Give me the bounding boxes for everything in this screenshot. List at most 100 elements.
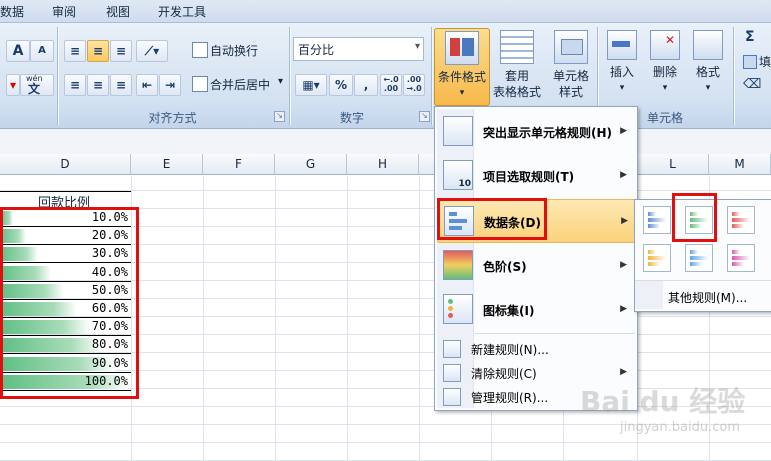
column-header-f[interactable]: F <box>203 154 275 175</box>
increase-decimal-button[interactable]: ←.0 .00 <box>380 74 402 96</box>
new-rule-icon <box>443 340 461 358</box>
shrink-font-button[interactable]: A <box>30 40 54 62</box>
format-icon <box>693 30 723 60</box>
conditional-format-label: 条件格式 <box>437 70 486 84</box>
swatch-bar <box>648 262 660 266</box>
percent-style-button[interactable]: % <box>329 74 353 96</box>
submenu-arrow-icon: ▶ <box>620 170 627 180</box>
align-left-button[interactable]: ≡ <box>64 74 86 96</box>
increase-decimal-icon: ←.0 .00 <box>383 75 399 93</box>
align-bottom-icon: ≡ <box>115 44 127 58</box>
comma-icon: , <box>363 78 369 92</box>
submenu-arrow-icon: ▶ <box>620 126 627 136</box>
swatch-bar <box>648 250 656 254</box>
submenu-arrow-icon: ▶ <box>620 367 627 377</box>
ribbon-tab-bar: 数据 审阅 视图 开发工具 <box>0 0 771 23</box>
decrease-decimal-button[interactable]: .00 →.0 <box>403 74 425 96</box>
align-top-icon: ≡ <box>69 44 81 58</box>
format-cells-button[interactable]: 格式 ▾ <box>689 28 727 100</box>
font-color-icon: ▾ <box>9 78 17 92</box>
conditional-format-icon <box>445 31 479 65</box>
align-top-button[interactable]: ≡ <box>64 40 86 62</box>
insert-label: 插入 <box>609 65 634 79</box>
increase-indent-button[interactable]: ⇥ <box>159 74 181 96</box>
swatch-bar <box>732 218 750 222</box>
manage-rules-icon <box>443 388 461 406</box>
grid-column-line <box>419 176 420 460</box>
delete-label: 删除 <box>652 65 677 79</box>
orientation-button[interactable]: ⟋▾ <box>136 40 168 62</box>
align-middle-button[interactable]: ≡ <box>87 40 109 62</box>
swatch-bar <box>690 250 698 254</box>
swatch-bar <box>648 256 666 260</box>
column-header-h[interactable]: H <box>347 154 419 175</box>
alignment-dialog-launcher[interactable]: ↘ <box>274 111 285 122</box>
delete-cells-button[interactable]: ✕ 删除 ▾ <box>646 28 684 100</box>
column-header-d[interactable]: D <box>0 154 131 175</box>
menu-item-highlight-rules[interactable]: 突出显示单元格规则(H) ▶ <box>437 111 635 151</box>
grow-font-button[interactable]: A <box>6 40 30 62</box>
column-header-m[interactable]: M <box>709 154 771 175</box>
databar-swatch[interactable] <box>643 206 671 234</box>
accounting-format-button[interactable]: ▦▾ <box>295 74 327 96</box>
number-format-select[interactable]: 百分比 ▾ <box>293 37 424 61</box>
more-rules-item[interactable]: 其他规则(M)... <box>668 289 747 306</box>
column-header-l[interactable]: L <box>637 154 709 175</box>
databar-swatch[interactable] <box>643 244 671 272</box>
align-bottom-button[interactable]: ≡ <box>110 40 132 62</box>
cell-styles-button[interactable]: 单元格 样式 <box>548 28 594 100</box>
top10-label: 10 <box>458 179 471 189</box>
swatch-bar <box>648 224 660 228</box>
font-color-button[interactable]: ▾ <box>6 74 20 96</box>
insert-icon <box>607 30 637 60</box>
menu-item-top-bottom-rules[interactable]: 10 项目选取规则(T) ▶ <box>437 155 635 195</box>
databar-swatch[interactable] <box>685 244 713 272</box>
number-dialog-launcher[interactable]: ↘ <box>419 111 430 122</box>
column-header-e[interactable]: E <box>131 154 203 175</box>
decrease-indent-button[interactable]: ⇤ <box>136 74 158 96</box>
merge-dropdown-icon[interactable]: ▾ <box>278 76 283 87</box>
tab-data[interactable]: 数据 <box>0 3 24 20</box>
merge-center-button[interactable]: 合并后居中 ▾ <box>190 75 290 93</box>
databar-swatch[interactable] <box>727 206 755 234</box>
align-right-button[interactable]: ≡ <box>110 74 132 96</box>
column-header-g[interactable]: G <box>275 154 347 175</box>
menu-item-new-rule[interactable]: 新建规则(N)... <box>437 337 635 359</box>
align-center-button[interactable]: ≡ <box>87 74 109 96</box>
chevron-down-icon: ▾ <box>619 83 625 93</box>
swatch-bar <box>732 224 744 228</box>
merge-center-icon <box>192 76 208 92</box>
green-databar-highlight <box>672 193 717 242</box>
menu-item-icon-sets[interactable]: 图标集(I) ▶ <box>437 289 635 329</box>
menu-item-color-scales[interactable]: 色阶(S) ▶ <box>437 245 635 285</box>
submenu-arrow-icon: ▶ <box>621 216 628 226</box>
icon-sets-label: 图标集(I) <box>483 304 535 318</box>
conditional-format-button[interactable]: 条件格式 ▾ <box>434 28 490 106</box>
cell-styles-label-1: 单元格 <box>552 69 589 83</box>
autosum-icon[interactable]: Σ <box>745 29 755 45</box>
align-left-icon: ≡ <box>69 78 81 92</box>
grid-row-line <box>0 442 771 443</box>
swatch-bar <box>732 262 744 266</box>
swatch-bar <box>690 256 708 260</box>
group-separator <box>289 27 290 125</box>
databar-swatch[interactable] <box>727 244 755 272</box>
phonetic-button[interactable]: wén 文 <box>20 74 54 96</box>
comma-style-button[interactable]: , <box>354 74 378 96</box>
tab-view[interactable]: 视图 <box>106 3 130 20</box>
watermark-url: jingyan.baidu.com <box>620 420 740 435</box>
chevron-down-icon: ▾ <box>705 83 711 93</box>
menu-divider <box>475 333 635 334</box>
tab-developer[interactable]: 开发工具 <box>158 3 206 20</box>
table-format-icon <box>500 30 534 64</box>
insert-cells-button[interactable]: 插入 ▾ <box>603 28 641 100</box>
clear-icon[interactable]: ⌫ <box>743 77 761 92</box>
format-as-table-button[interactable]: 套用 表格格式 <box>489 28 545 100</box>
submenu-gutter <box>635 281 663 309</box>
grid-column-line <box>275 176 276 460</box>
wrap-text-button[interactable]: 自动换行 <box>190 41 286 59</box>
new-rule-label: 新建规则(N)... <box>471 343 549 357</box>
tab-review[interactable]: 审阅 <box>52 3 76 20</box>
fill-icon[interactable] <box>743 55 757 69</box>
wrap-text-icon <box>192 42 208 58</box>
